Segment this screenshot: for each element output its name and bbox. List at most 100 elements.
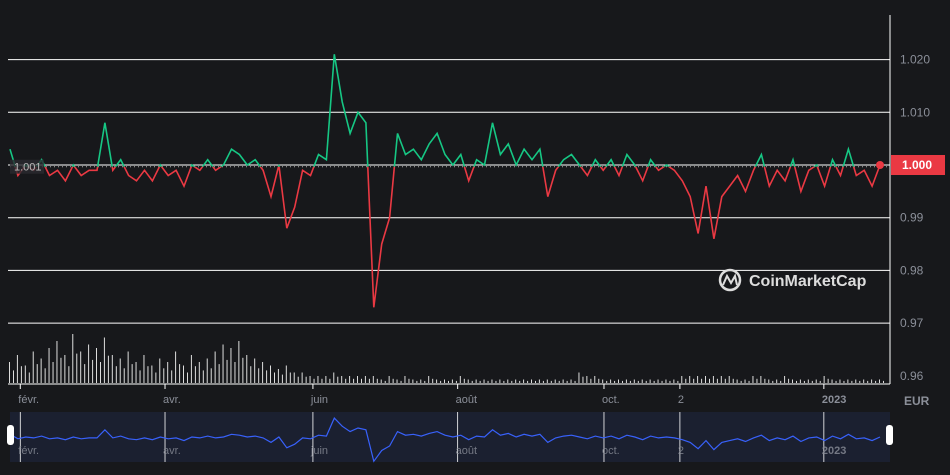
volume-bar [368,378,370,383]
volume-bar [28,372,30,383]
volume-bar [210,368,212,383]
volume-bar [883,380,884,383]
volume-bar [64,355,66,383]
volume-bar [155,372,157,383]
volume-bar [665,379,667,383]
volume-bar [760,376,762,383]
price-line-down [14,166,881,308]
volume-bar [376,378,378,383]
volume-bar [594,376,596,383]
volume-bar [728,376,730,383]
volume-bar [226,359,228,383]
volume-bar [776,379,778,383]
volume-bar [875,380,877,383]
volume-bar [511,380,513,383]
volume-bar [535,380,536,383]
volume-bar [681,376,683,383]
y-tick-label: 0.96 [900,369,924,383]
volume-bar [131,364,133,383]
volume-bar [598,378,600,383]
volume-bar [546,379,548,383]
volume-bar [455,380,457,383]
volume-bar [578,372,580,383]
volume-bar [748,380,750,383]
volume-bar [780,380,782,383]
navigator-x-label: 2 [678,445,684,457]
volume-bar [372,376,374,383]
volume-bar [123,368,125,383]
volume-bar [52,362,54,383]
volume-bar [752,376,754,383]
volume-bar [388,376,390,383]
volume-bar [622,380,623,383]
volume-bar [491,379,493,383]
volume-bars [9,334,884,383]
volume-bar [40,358,42,383]
navigator-x-label: 2023 [822,445,846,457]
x-tick-label: août [456,394,477,406]
volume-bar [487,380,489,383]
volume-bar [475,379,477,383]
volume-bar [586,376,588,383]
volume-bar [127,351,129,383]
volume-bar [436,379,438,383]
navigator[interactable]: févr. avr. juin août oct. 2 2023 [7,412,893,463]
volume-bar [507,379,509,383]
volume-bar [570,379,572,383]
volume-bar [732,378,734,383]
volume-bar [88,344,90,383]
volume-bar [432,378,434,383]
volume-bar [179,364,181,383]
volume-bar [657,379,659,383]
volume-bar [562,379,564,383]
volume-bar [364,376,366,383]
volume-bar [724,378,726,383]
volume-bar [301,372,303,383]
volume-bar [685,378,687,383]
volume-bar [471,380,473,383]
volume-bar [602,379,604,383]
volume-bar [716,378,718,383]
volume-bar [167,362,169,383]
current-price-text: 1.000 [902,158,932,172]
volume-bar [293,372,295,383]
volume-bar [566,380,568,383]
volume-bar [610,379,612,383]
volume-bar [554,379,556,383]
volume-bar [380,379,382,383]
volume-bar [625,379,627,383]
volume-bar [867,380,869,383]
x-tick-label: avr. [163,394,181,406]
volume-bar [258,368,260,383]
volume-bar [697,376,699,383]
volume-bar [614,380,616,383]
volume-bar [451,379,453,383]
watermark-text: CoinMarketCap [749,273,867,290]
volume-bar [712,376,714,383]
y-axis: 1.020 1.010 1.000 0.99 0.98 0.97 0.96 [900,53,930,383]
volume-bar [48,348,50,383]
volume-bar [187,372,188,383]
volume-bar [274,372,275,383]
volume-bar [831,379,833,383]
volume-bar [396,379,398,383]
volume-bar [400,380,402,383]
volume-bar [246,355,248,383]
volume-bar [163,368,165,383]
navigator-handle-right[interactable] [886,425,893,445]
volume-bar [720,376,722,383]
volume-bar [574,380,576,383]
navigator-handle-left[interactable] [7,425,14,445]
volume-bar [479,380,481,383]
volume-bar [325,376,327,383]
volume-bar [143,355,145,383]
x-tick-label: févr. [18,394,39,406]
volume-bar [333,372,335,383]
volume-bar [309,376,311,383]
x-tick-label: 2023 [822,394,846,406]
current-price-tag: 1.000 [891,155,945,175]
volume-bar [16,355,18,383]
volume-bar [107,355,109,383]
volume-bar [645,380,647,383]
volume-bar [515,379,517,383]
